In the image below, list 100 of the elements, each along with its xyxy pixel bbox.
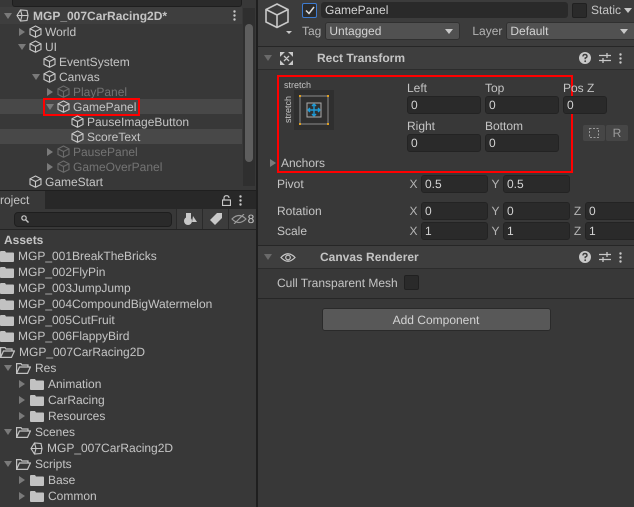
expand-arrow-icon[interactable]	[269, 159, 277, 167]
search-field[interactable]	[12, 0, 242, 7]
hidden-packages-button[interactable]: 8	[228, 209, 256, 229]
asset-item[interactable]: Common	[0, 488, 256, 504]
asset-item[interactable]: Resources	[0, 408, 256, 424]
hierarchy-item[interactable]: ScoreText	[0, 129, 242, 144]
number-field[interactable]: 0	[503, 202, 570, 220]
number-field[interactable]: 0	[421, 202, 488, 220]
more-options-icon[interactable]	[239, 194, 242, 206]
filter-by-label-button[interactable]	[202, 209, 228, 229]
search-field[interactable]	[14, 212, 172, 226]
collapse-arrow-icon[interactable]	[4, 428, 12, 436]
number-field[interactable]: 0	[485, 96, 559, 114]
asset-item[interactable]: Res	[0, 360, 256, 376]
hierarchy-item[interactable]: GameStart	[0, 174, 242, 189]
number-field[interactable]: 0	[407, 96, 481, 114]
hierarchy-item[interactable]: PauseImageButton	[0, 114, 242, 129]
cube-icon	[71, 115, 84, 128]
project-tab[interactable]: roject	[0, 191, 46, 209]
number-field[interactable]: 0	[407, 134, 481, 152]
asset-item[interactable]: MGP_005CutFruit	[0, 312, 256, 328]
property-label: Rotation	[277, 204, 323, 218]
layer-dropdown[interactable]: Default	[506, 22, 634, 40]
blueprint-mode-button[interactable]	[583, 125, 605, 141]
axis-label: X	[409, 204, 418, 218]
asset-item[interactable]: Scenes	[0, 424, 256, 440]
asset-item[interactable]: MGP_002FlyPin	[0, 264, 256, 280]
hierarchy-item[interactable]: UI	[0, 39, 242, 54]
cube-icon	[29, 40, 42, 53]
collapse-arrow-icon[interactable]	[264, 253, 272, 261]
help-icon[interactable]	[579, 251, 591, 263]
number-field[interactable]: 0	[585, 202, 634, 220]
presets-icon[interactable]	[599, 251, 611, 263]
static-dropdown[interactable]: Static	[590, 3, 634, 17]
axis-label: X	[409, 224, 418, 238]
asset-item[interactable]: MGP_001BreakTheBricks	[0, 248, 256, 264]
presets-icon[interactable]	[599, 52, 611, 64]
asset-item[interactable]: MGP_003JumpJump	[0, 280, 256, 296]
help-icon[interactable]	[579, 52, 591, 64]
active-checkbox[interactable]	[302, 2, 317, 18]
component-header[interactable]: Canvas Renderer	[258, 245, 634, 269]
collapse-arrow-icon[interactable]	[32, 72, 40, 80]
hierarchy-item[interactable]: GamePanel	[0, 99, 242, 114]
field-label: Left	[407, 80, 428, 96]
number-field[interactable]: 1	[421, 222, 488, 240]
axis-label: Z	[573, 224, 582, 238]
check-icon	[304, 6, 314, 14]
collapse-arrow-icon[interactable]	[46, 102, 54, 110]
asset-item[interactable]: MGP_007CarRacing2D	[0, 344, 256, 360]
collapse-arrow-icon[interactable]	[4, 460, 12, 468]
anchors-label: Anchors	[281, 156, 326, 170]
field-label: Right	[407, 118, 436, 134]
hierarchy-item[interactable]: EventSystem	[0, 54, 242, 69]
cube-icon[interactable]	[264, 2, 294, 36]
name-field[interactable]: GamePanel	[321, 2, 568, 18]
checkbox[interactable]	[404, 275, 419, 290]
collapse-arrow-icon[interactable]	[264, 54, 272, 62]
number-field[interactable]: 0	[485, 134, 559, 152]
asset-item[interactable]: Base	[0, 472, 256, 488]
asset-item[interactable]: MGP_006FlappyBird	[0, 328, 256, 344]
caret-icon	[624, 8, 632, 12]
scrollbar[interactable]	[243, 8, 255, 186]
asset-item[interactable]: Scripts	[0, 456, 256, 472]
folder-icon	[0, 266, 14, 278]
number-field[interactable]: 1	[585, 222, 634, 240]
asset-item[interactable]: Animation	[0, 376, 256, 392]
collapse-arrow-icon[interactable]	[4, 364, 12, 372]
lock-icon[interactable]	[222, 194, 231, 206]
collapse-arrow-icon[interactable]	[4, 12, 12, 20]
asset-item[interactable]: MGP_004CompoundBigWatermelon	[0, 296, 256, 312]
collapse-arrow-icon[interactable]	[18, 42, 26, 50]
asset-item[interactable]: MGP_007CarRacing2D	[0, 440, 256, 456]
add-component-button[interactable]: Add Component	[322, 308, 550, 331]
scene-header[interactable]: MGP_007CarRacing2D*	[0, 7, 242, 24]
anchor-preset-label: stretch	[284, 96, 293, 124]
axis-label: Y	[491, 177, 500, 191]
hierarchy-item[interactable]: World	[0, 24, 242, 39]
number-field[interactable]: 0	[563, 96, 607, 114]
layer-label: Layer	[472, 24, 502, 38]
component-header[interactable]: Rect Transform	[258, 47, 634, 70]
expand-arrow-icon[interactable]	[18, 28, 26, 36]
number-field[interactable]: 1	[503, 222, 570, 240]
number-field[interactable]: 0.5	[421, 175, 488, 193]
cube-icon	[43, 55, 56, 68]
static-checkbox[interactable]	[572, 2, 587, 18]
assets-root[interactable]: Assets	[0, 232, 256, 248]
hierarchy-item[interactable]: Canvas	[0, 69, 242, 84]
axis-label: Z	[573, 204, 582, 218]
asset-item[interactable]: CarRacing	[0, 392, 256, 408]
folder-icon	[30, 378, 44, 390]
property-label: Cull Transparent Mesh	[277, 276, 398, 290]
more-options-icon[interactable]	[233, 10, 236, 21]
caret-icon	[620, 28, 628, 34]
number-field[interactable]: 0.5	[503, 175, 570, 193]
filter-by-type-button[interactable]	[176, 209, 202, 229]
anchor-preset-icon[interactable]	[294, 90, 334, 130]
more-options-icon[interactable]	[619, 52, 622, 64]
more-options-icon[interactable]	[619, 252, 622, 262]
open-folder-icon	[0, 346, 15, 358]
tag-dropdown[interactable]: Untagged	[325, 22, 460, 40]
